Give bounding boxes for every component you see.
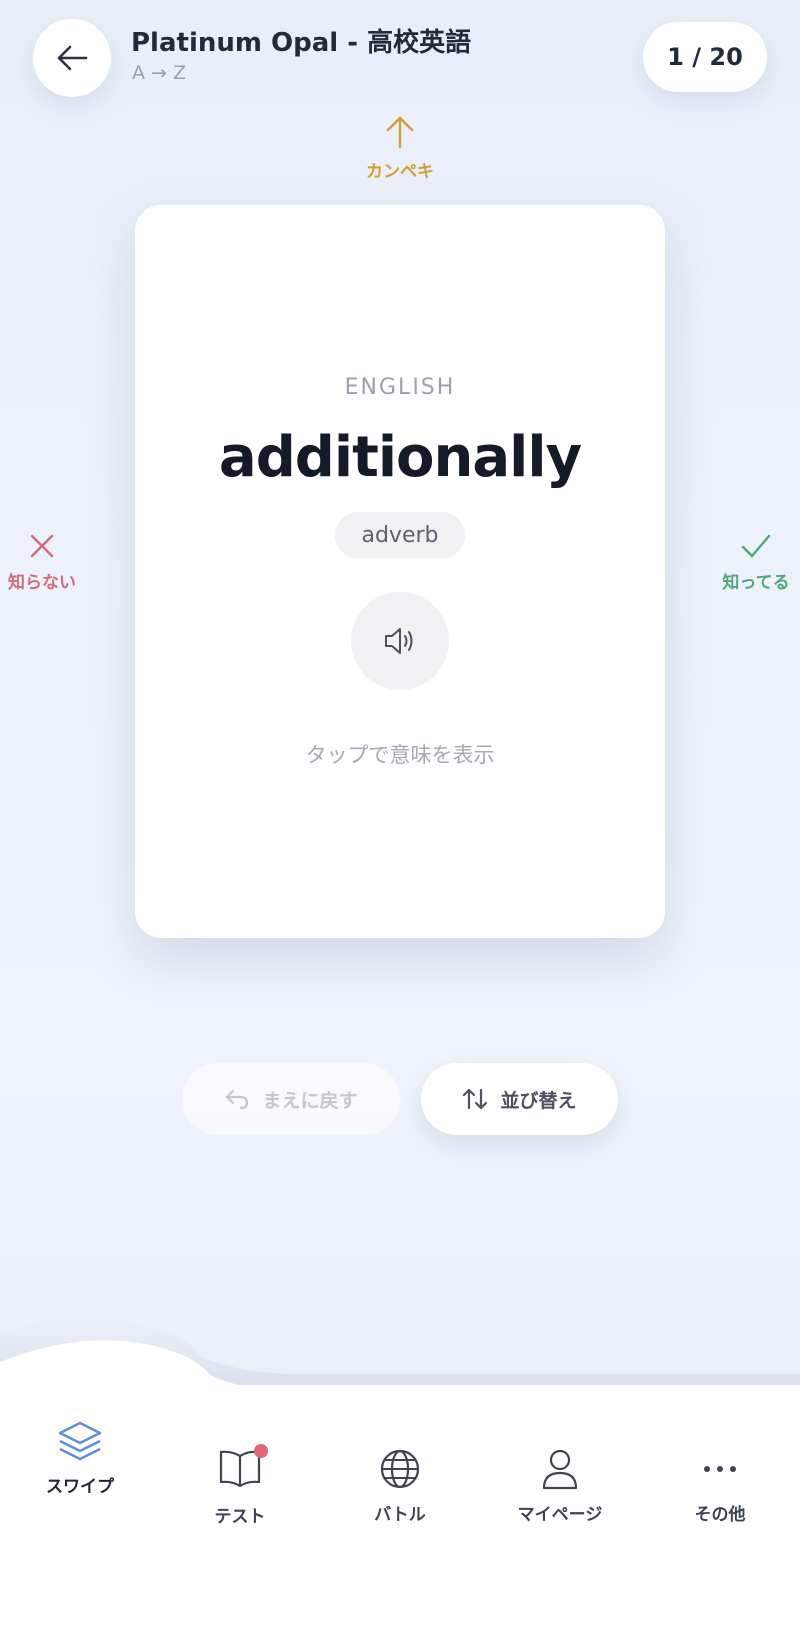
undo-icon (226, 1089, 249, 1110)
nav-more-label: その他 (694, 1505, 746, 1525)
sort-arrows-icon (463, 1088, 488, 1110)
progress-counter: 1 / 20 (643, 22, 767, 92)
speaker-icon (385, 628, 413, 654)
swipe-up-hint: カンペキ (355, 115, 445, 182)
layers-icon (58, 1421, 102, 1461)
swipe-right-label: 知ってる (722, 573, 790, 593)
flashcard[interactable]: ENGLISH additionally adverb タップで意味を表示 (135, 205, 665, 938)
undo-button[interactable]: まえに戻す (182, 1063, 400, 1135)
swipe-up-label: カンペキ (366, 162, 434, 182)
card-word: additionally (218, 425, 582, 490)
cross-icon (30, 534, 54, 558)
part-of-speech-badge: adverb (335, 512, 465, 558)
nav-battle-label: バトル (374, 1505, 426, 1525)
nav-test[interactable]: テスト (175, 1444, 305, 1527)
tap-to-reveal-hint: タップで意味を表示 (305, 743, 495, 767)
user-icon (542, 1449, 578, 1490)
sort-order-label: A → Z (132, 62, 187, 84)
nav-swipe[interactable]: スワイプ (15, 1420, 145, 1497)
back-button[interactable] (33, 19, 111, 97)
nav-mypage-label: マイページ (517, 1505, 603, 1525)
nav-battle[interactable]: バトル (335, 1448, 465, 1525)
nav-mypage[interactable]: マイページ (495, 1448, 625, 1525)
swipe-right-hint: 知ってる (712, 532, 800, 593)
deck-title: Platinum Opal - 高校英語 (131, 28, 472, 58)
globe-icon (380, 1449, 420, 1489)
check-icon (741, 534, 771, 558)
swipe-left-hint: 知らない (0, 532, 84, 593)
arrow-left-icon (57, 45, 88, 71)
pronunciation-button[interactable] (351, 592, 449, 690)
undo-label: まえに戻す (262, 1089, 358, 1112)
notification-dot (254, 1444, 268, 1458)
card-language-label: ENGLISH (344, 375, 456, 400)
nav-swipe-label: スワイプ (46, 1477, 114, 1497)
nav-test-label: テスト (214, 1507, 266, 1527)
swipe-left-label: 知らない (8, 573, 76, 593)
sort-label: 並び替え (500, 1089, 577, 1112)
arrow-up-icon (386, 116, 414, 149)
more-icon (704, 1466, 736, 1472)
sort-button[interactable]: 並び替え (421, 1063, 618, 1135)
nav-more[interactable]: その他 (655, 1448, 785, 1525)
